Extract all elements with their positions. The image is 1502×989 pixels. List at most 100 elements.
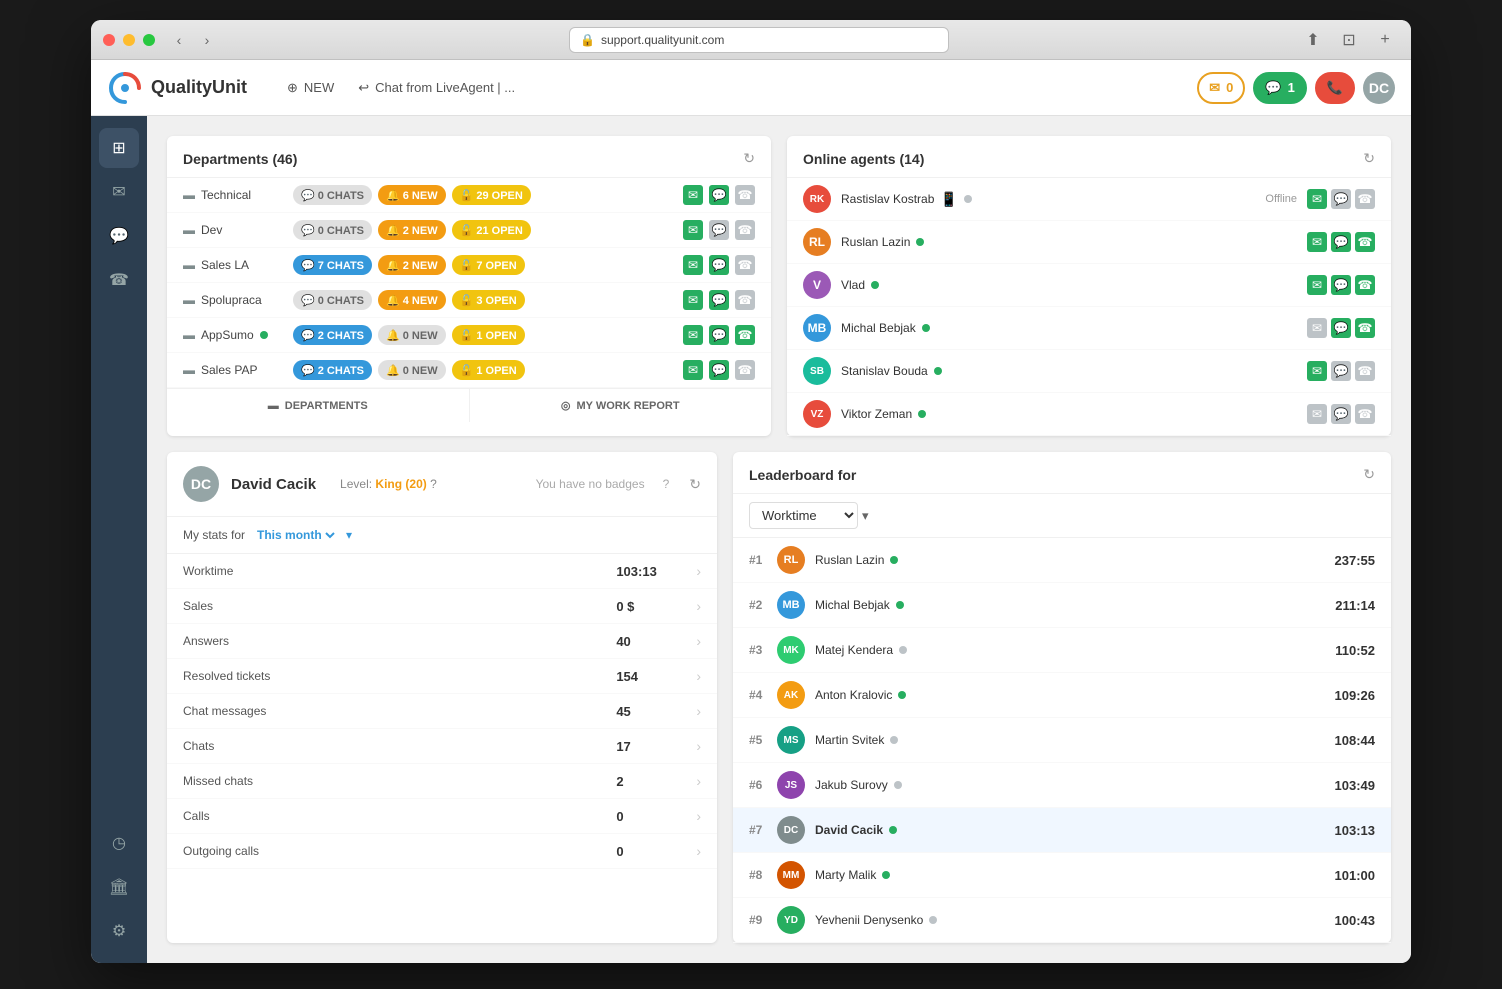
rank: #6	[749, 778, 777, 792]
new-badge: 🔔 0 NEW	[378, 325, 446, 345]
email-action-icon[interactable]: ✉	[1307, 232, 1327, 252]
leaderboard-refresh-icon[interactable]: ↻	[1363, 466, 1375, 483]
status-dot	[934, 367, 942, 375]
dept-footer-icon: ▬	[268, 400, 279, 412]
sidebar-item-chat[interactable]: 💬	[99, 216, 139, 256]
phone-action-icon[interactable]: ☎	[735, 290, 755, 310]
stats-refresh-icon[interactable]: ↻	[689, 476, 701, 493]
email-action-icon[interactable]: ✉	[1307, 275, 1327, 295]
leaderboard-select[interactable]: Worktime Sales Answers	[749, 502, 858, 529]
agents-refresh-icon[interactable]: ↻	[1363, 150, 1375, 167]
departments-footer-btn[interactable]: ▬ DEPARTMENTS	[167, 389, 470, 422]
sidebar-item-settings[interactable]: ⚙	[99, 911, 139, 951]
email-badge-button[interactable]: ✉ 0	[1197, 72, 1245, 104]
leaderboard-header: Leaderboard for ↻	[733, 452, 1391, 494]
email-action-icon[interactable]: ✉	[683, 325, 703, 345]
email-action-icon[interactable]: ✉	[1307, 189, 1327, 209]
new-tab-button[interactable]: +	[1371, 26, 1399, 54]
phone-action-icon[interactable]: ☎	[1355, 275, 1375, 295]
chat-action-icon[interactable]: 💬	[709, 360, 729, 380]
chat-action-icon[interactable]: 💬	[1331, 189, 1351, 209]
chat-action-icon[interactable]: 💬	[1331, 275, 1351, 295]
arrow-icon[interactable]: ›	[696, 633, 701, 649]
user-avatar-header[interactable]: DC	[1363, 72, 1395, 104]
email-action-icon[interactable]: ✉	[1307, 404, 1327, 424]
email-action-icon[interactable]: ✉	[683, 220, 703, 240]
chat-action-icon[interactable]: 💬	[709, 185, 729, 205]
chat-nav-item[interactable]: ↩ Chat from LiveAgent | ...	[358, 80, 515, 96]
arrow-icon[interactable]: ›	[696, 668, 701, 684]
url-bar[interactable]: 🔒 support.qualityunit.com	[569, 27, 949, 53]
agent-name: Vlad	[841, 278, 1307, 292]
rank: #2	[749, 598, 777, 612]
phone-action-icon[interactable]: ☎	[1355, 361, 1375, 381]
departments-refresh-icon[interactable]: ↻	[743, 150, 755, 167]
active-dot	[260, 331, 268, 339]
arrow-icon[interactable]: ›	[696, 843, 701, 859]
back-button[interactable]: ‹	[167, 28, 191, 52]
email-action-icon[interactable]: ✉	[683, 255, 703, 275]
phone-action-icon[interactable]: ☎	[1355, 232, 1375, 252]
stat-value: 0	[616, 844, 696, 859]
stat-value: 17	[616, 739, 696, 754]
call-button[interactable]: 📞	[1315, 72, 1355, 104]
rank: #5	[749, 733, 777, 747]
minimize-button[interactable]	[123, 34, 135, 46]
email-action-icon[interactable]: ✉	[1307, 361, 1327, 381]
chats-badge: 💬 7 CHATS	[293, 255, 372, 275]
lb-avatar: YD	[777, 906, 805, 934]
arrow-icon[interactable]: ›	[696, 563, 701, 579]
chat-action-icon[interactable]: 💬	[1331, 318, 1351, 338]
sidebar-item-dashboard[interactable]: ⊞	[99, 128, 139, 168]
chat-action-icon[interactable]: 💬	[1331, 361, 1351, 381]
arrow-icon[interactable]: ›	[696, 703, 701, 719]
email-action-icon[interactable]: ✉	[683, 185, 703, 205]
chat-action-icon[interactable]: 💬	[1331, 404, 1351, 424]
list-item: #1 RL Ruslan Lazin 237:55	[733, 538, 1391, 583]
email-action-icon[interactable]: ✉	[683, 290, 703, 310]
phone-action-icon[interactable]: ☎	[735, 220, 755, 240]
dept-badges: 💬 2 CHATS 🔔 0 NEW 🔓 1 OPEN	[293, 360, 683, 380]
phone-action-icon[interactable]: ☎	[735, 185, 755, 205]
leaderboard-filter: Worktime Sales Answers ▾	[733, 494, 1391, 538]
lb-score: 101:00	[1335, 868, 1375, 883]
leaderboard-card: Leaderboard for ↻ Worktime Sales Answers…	[733, 452, 1391, 943]
stat-value: 40	[616, 634, 696, 649]
chat-action-icon[interactable]: 💬	[709, 220, 729, 240]
sidebar-item-reports[interactable]: ◷	[99, 823, 139, 863]
arrow-icon[interactable]: ›	[696, 773, 701, 789]
arrow-icon[interactable]: ›	[696, 598, 701, 614]
forward-button[interactable]: ›	[195, 28, 219, 52]
arrow-icon[interactable]: ›	[696, 808, 701, 824]
main-content: Departments (46) ↻ ▬ Technical 💬 0 CHATS	[147, 116, 1411, 963]
new-nav-item[interactable]: ⊕ NEW	[287, 80, 334, 96]
fullscreen-button[interactable]: ⊡	[1335, 26, 1363, 54]
period-select[interactable]: This month Last month This week	[253, 527, 338, 543]
chat-badge-button[interactable]: 💬 1	[1253, 72, 1306, 104]
phone-action-icon[interactable]: ☎	[1355, 189, 1375, 209]
report-footer-btn[interactable]: ◎ MY WORK REPORT	[470, 389, 772, 422]
phone-action-icon[interactable]: ☎	[735, 325, 755, 345]
phone-action-icon[interactable]: ☎	[1355, 404, 1375, 424]
phone-action-icon[interactable]: ☎	[735, 255, 755, 275]
share-button[interactable]: ⬆	[1299, 26, 1327, 54]
table-row: ▬ Dev 💬 0 CHATS 🔔 2 NEW 🔓 21 OPEN ✉ 💬	[167, 213, 771, 248]
sidebar-item-knowledge[interactable]: 🏛	[99, 867, 139, 907]
phone-action-icon[interactable]: ☎	[735, 360, 755, 380]
email-action-icon[interactable]: ✉	[1307, 318, 1327, 338]
sidebar-item-tickets[interactable]: ✉	[99, 172, 139, 212]
stat-label: Sales	[183, 599, 616, 613]
close-button[interactable]	[103, 34, 115, 46]
chat-action-icon[interactable]: 💬	[709, 325, 729, 345]
email-action-icon[interactable]: ✉	[683, 360, 703, 380]
phone-action-icon[interactable]: ☎	[1355, 318, 1375, 338]
chat-action-icon[interactable]: 💬	[709, 255, 729, 275]
lb-score: 211:14	[1335, 598, 1375, 613]
sidebar-item-calls[interactable]: ☎	[99, 260, 139, 300]
chat-action-icon[interactable]: 💬	[709, 290, 729, 310]
lb-name: Marty Malik	[815, 868, 1335, 882]
dept-name-appsumo: ▬ AppSumo	[183, 328, 293, 342]
maximize-button[interactable]	[143, 34, 155, 46]
chat-action-icon[interactable]: 💬	[1331, 232, 1351, 252]
arrow-icon[interactable]: ›	[696, 738, 701, 754]
